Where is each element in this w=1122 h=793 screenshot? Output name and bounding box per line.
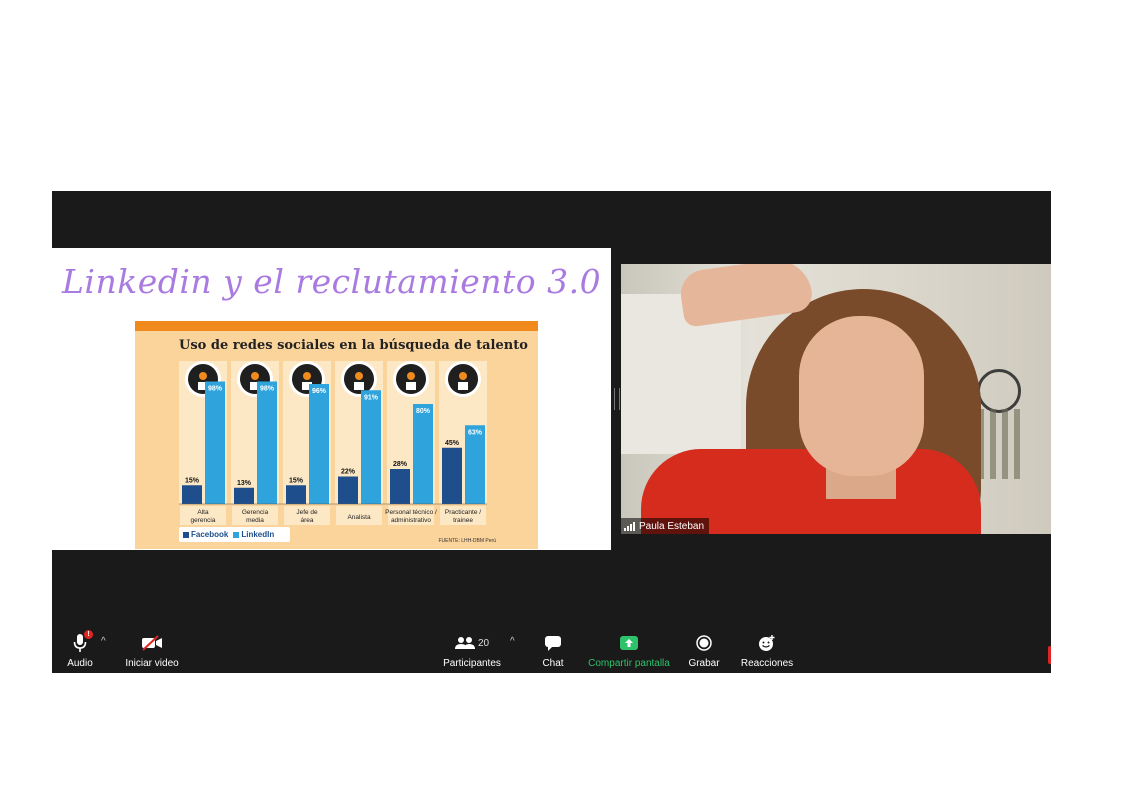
slide-title: Linkedin y el reclutamiento 3.0 [62, 262, 602, 301]
start-video-label: Iniciar video [125, 658, 179, 669]
category-label: gerencia [191, 517, 216, 524]
bar-facebook [442, 447, 462, 504]
zoom-meeting-window: Linkedin y el reclutamiento 3.0 Uso de r… [52, 191, 1051, 673]
signal-strength-icon [624, 521, 635, 531]
category-label: Gerencia [242, 509, 269, 516]
chat-label: Chat [542, 658, 564, 669]
data-label-facebook: 15% [185, 477, 200, 484]
category-label: Alta [197, 509, 209, 516]
legend-item-facebook: Facebook [183, 530, 228, 539]
chart-panel: Uso de redes sociales en la búsqueda de … [135, 321, 538, 549]
category-label: Jefe de [296, 509, 318, 516]
legend-label-linkedin: LinkedIn [241, 530, 275, 539]
audio-alert-badge: ! [84, 630, 93, 639]
data-label-facebook: 22% [341, 469, 356, 476]
reactions-button[interactable]: Reacciones [740, 628, 794, 673]
data-label-linkedin: 98% [260, 386, 275, 393]
participant-face [799, 316, 924, 476]
audio-label: Audio [67, 658, 93, 669]
checklist-icon-accent [303, 372, 311, 380]
participant-name-tag: Paula Esteban [621, 518, 710, 534]
bar-linkedin [361, 390, 381, 504]
category-label: Personal técnico / [385, 509, 437, 516]
record-icon [696, 632, 712, 654]
legend-swatch-linkedin [233, 531, 240, 538]
search-icon-accent [407, 372, 415, 380]
team-icon-accent [355, 372, 363, 380]
start-video-button[interactable]: Iniciar video [125, 628, 179, 673]
category-label: área [300, 517, 313, 524]
data-label-facebook: 13% [237, 480, 252, 487]
bar-facebook [338, 476, 358, 504]
category-label: administrativo [391, 517, 431, 524]
bar-facebook [234, 487, 254, 504]
bar-facebook [182, 485, 202, 504]
presenter-icon-accent [199, 372, 207, 380]
legend-label-facebook: Facebook [191, 530, 229, 539]
reactions-label: Reacciones [740, 658, 794, 669]
search-icon-figure [406, 382, 416, 390]
growth-chart-icon-accent [251, 372, 259, 380]
participant-name: Paula Esteban [639, 520, 705, 532]
participants-count: 20 [477, 637, 490, 649]
participants-label: Participantes [443, 658, 501, 669]
bar-chart: 15% 98% Altagerencia 13% 98% Gerenciamedia 15%… [179, 361, 487, 525]
bar-linkedin [465, 425, 485, 504]
record-label: Grabar [688, 658, 720, 669]
participants-icon: 20 [454, 632, 490, 654]
chat-button[interactable]: Chat [540, 628, 566, 673]
split-view-handle[interactable] [614, 388, 620, 410]
reactions-icon [758, 632, 776, 654]
bar-linkedin [309, 384, 329, 504]
participants-button[interactable]: 20 Participantes [443, 628, 501, 673]
data-label-linkedin: 96% [312, 388, 327, 395]
data-label-linkedin: 80% [416, 408, 431, 415]
audio-button[interactable]: ! Audio [66, 628, 94, 673]
shared-screen-slide: Linkedin y el reclutamiento 3.0 Uso de r… [52, 248, 611, 550]
participants-options-chevron-icon[interactable]: ^ [510, 636, 515, 647]
bar-facebook [390, 469, 410, 504]
chart-legend: Facebook LinkedIn [179, 527, 290, 542]
category-label: media [246, 517, 264, 524]
people-icon-figure [458, 382, 468, 390]
team-icon-figure [354, 382, 364, 390]
share-screen-label: Compartir pantalla [588, 658, 670, 669]
data-label-facebook: 15% [289, 477, 304, 484]
data-label-linkedin: 98% [208, 386, 223, 393]
meeting-toolbar: ! Audio ^ Iniciar video 20 Participantes… [52, 628, 1051, 673]
data-label-facebook: 45% [445, 440, 460, 447]
people-icon-accent [459, 372, 467, 380]
data-label-facebook: 28% [393, 461, 408, 468]
data-label-linkedin: 91% [364, 394, 379, 401]
category-label: trainee [453, 517, 473, 524]
record-button[interactable]: Grabar [688, 628, 720, 673]
share-screen-button[interactable]: Compartir pantalla [588, 628, 670, 673]
video-off-icon [141, 632, 163, 654]
bar-linkedin [257, 381, 277, 504]
category-label: Analista [347, 514, 371, 521]
bar-linkedin [413, 404, 433, 504]
bar-linkedin [205, 381, 225, 504]
share-screen-icon [620, 632, 638, 654]
window-edge-indicator [1048, 646, 1051, 664]
legend-swatch-facebook [183, 531, 189, 538]
category-label: Practicante / [445, 509, 481, 516]
bar-facebook [286, 485, 306, 504]
chat-icon [545, 632, 561, 654]
data-label-linkedin: 63% [468, 429, 483, 436]
audio-options-chevron-icon[interactable]: ^ [101, 636, 106, 647]
chart-source: FUENTE: LHH-DBM Perú [438, 538, 496, 544]
participant-video[interactable]: Paula Esteban [621, 264, 1051, 534]
legend-item-linkedin: LinkedIn [233, 530, 274, 539]
microphone-icon: ! [73, 630, 93, 654]
dreamcatcher [977, 369, 1021, 413]
